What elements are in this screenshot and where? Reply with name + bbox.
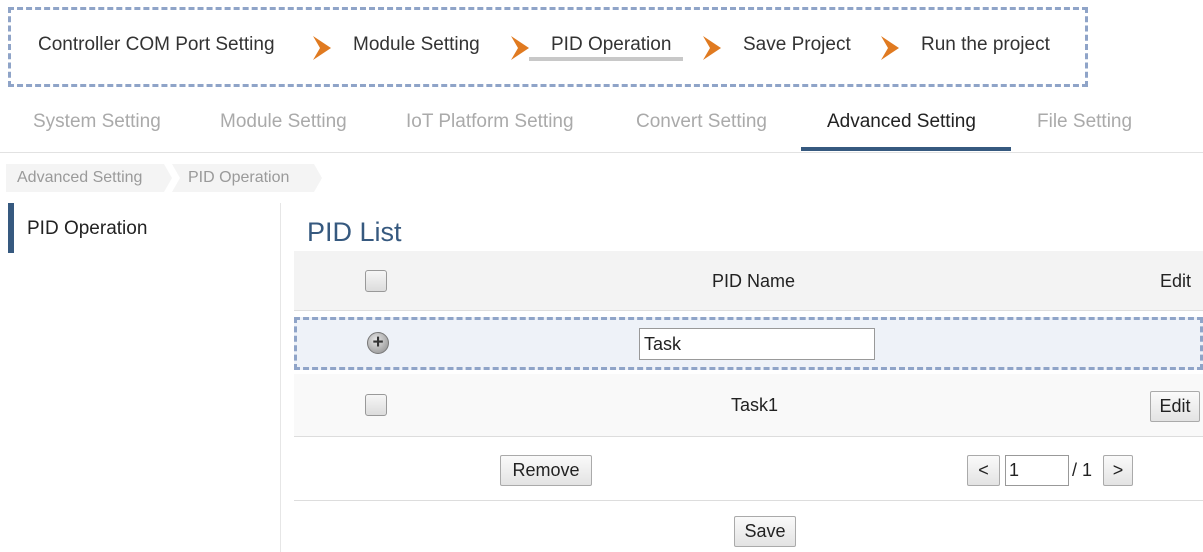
tab-module-setting[interactable]: Module Setting <box>220 111 347 133</box>
chevron-right-icon <box>511 36 529 60</box>
tab-system-setting[interactable]: System Setting <box>33 111 161 133</box>
save-button[interactable]: Save <box>734 516 796 547</box>
edit-button[interactable]: Edit <box>1150 391 1200 422</box>
table-header-row: PID Name Edit <box>294 251 1203 311</box>
save-row: Save <box>294 502 1203 552</box>
page-number-input[interactable] <box>1005 455 1069 486</box>
active-tab-indicator <box>801 147 1011 151</box>
wizard-step-save-project[interactable]: Save Project <box>743 34 851 56</box>
wizard-active-underline <box>529 57 683 61</box>
new-pid-name-input[interactable] <box>639 328 875 360</box>
side-menu: PID Operation <box>0 203 281 552</box>
wizard-step-pid-operation[interactable]: PID Operation <box>551 34 671 56</box>
app-page: Controller COM Port Setting Module Setti… <box>0 0 1203 552</box>
side-menu-active-bar <box>8 203 14 253</box>
remove-button[interactable]: Remove <box>500 455 592 486</box>
wizard-step-run-project[interactable]: Run the project <box>921 34 1050 56</box>
next-page-button[interactable]: > <box>1103 455 1133 486</box>
breadcrumb-advanced-setting[interactable]: Advanced Setting <box>6 164 172 192</box>
add-circle-icon[interactable]: + <box>367 332 389 354</box>
add-pid-row: + <box>294 317 1203 370</box>
page-total-label: / 1 <box>1072 460 1093 480</box>
table-row: Task1 Edit <box>294 374 1203 437</box>
prev-page-button[interactable]: < <box>967 455 1000 486</box>
side-menu-item-pid-operation[interactable]: PID Operation <box>27 218 147 240</box>
main-tabs: System Setting Module Setting IoT Platfo… <box>0 95 1203 153</box>
chevron-right-icon <box>881 36 899 60</box>
breadcrumb-pid-operation: PID Operation <box>172 164 322 192</box>
tab-advanced-setting[interactable]: Advanced Setting <box>827 111 976 133</box>
table-actions-row: Remove < / 1 > <box>294 438 1203 501</box>
chevron-right-icon <box>703 36 721 60</box>
page-title: PID List <box>307 217 402 247</box>
column-header-edit: Edit <box>1160 271 1192 291</box>
wizard-step-com-port[interactable]: Controller COM Port Setting <box>38 34 275 56</box>
pid-name-cell: Task1 <box>731 395 779 415</box>
wizard-step-module-setting[interactable]: Module Setting <box>353 34 480 56</box>
tab-convert-setting[interactable]: Convert Setting <box>636 111 767 133</box>
setup-wizard: Controller COM Port Setting Module Setti… <box>8 7 1088 87</box>
row-checkbox[interactable] <box>365 394 387 416</box>
tab-iot-platform-setting[interactable]: IoT Platform Setting <box>406 111 574 133</box>
select-all-checkbox[interactable] <box>365 270 387 292</box>
chevron-right-icon <box>313 36 331 60</box>
column-header-pid-name: PID Name <box>712 271 796 291</box>
tab-file-setting[interactable]: File Setting <box>1037 111 1132 133</box>
